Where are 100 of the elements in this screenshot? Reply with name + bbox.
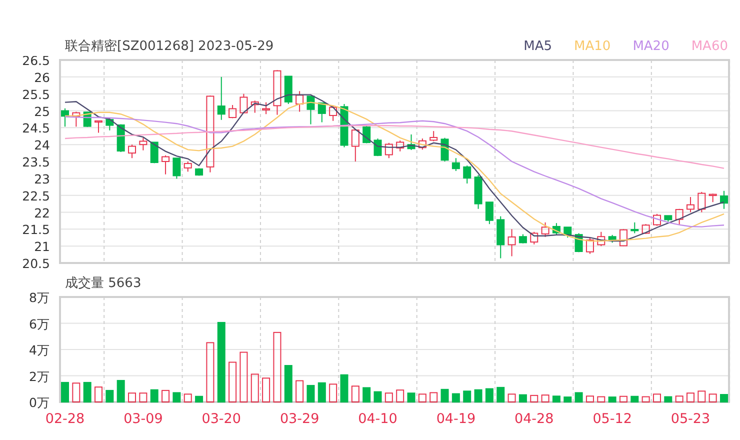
axis-label: 23: [34, 171, 50, 186]
candlestick: [686, 196, 694, 213]
volume-bar: [72, 382, 80, 402]
volume-bar: [630, 396, 639, 402]
candlestick: [262, 102, 270, 115]
volume-bar: [384, 392, 393, 402]
volume-bar: [273, 332, 282, 402]
volume-bar: [597, 396, 606, 402]
axis-label: 24.5: [22, 120, 50, 136]
candlestick: [374, 138, 382, 157]
candlestick: [698, 191, 706, 213]
candlestick: [329, 106, 338, 122]
candlestick: [608, 234, 616, 244]
legend-item: MA10: [574, 38, 611, 54]
volume-bar: [374, 391, 382, 402]
candlestick: [273, 70, 282, 116]
legend-item: MA5: [524, 38, 552, 54]
candlestick: [128, 144, 136, 159]
volume-bar: [318, 382, 326, 402]
legend-item: MA60: [691, 38, 728, 54]
candlestick: [217, 76, 226, 120]
candlestick: [619, 228, 628, 247]
axis-label: 25.5: [22, 86, 50, 102]
volume-bar: [83, 382, 92, 402]
date-label: 04-19: [436, 411, 476, 427]
volume-bar: [116, 380, 125, 402]
volume-bar: [642, 396, 650, 402]
candlestick: [340, 103, 348, 148]
candlestick: [552, 222, 560, 236]
volume-bar: [440, 388, 449, 402]
volume-bar: [61, 382, 69, 402]
volume-bar: [250, 374, 259, 402]
volume-bar: [228, 362, 237, 402]
volume-bar: [518, 394, 527, 402]
candlestick: [564, 226, 572, 238]
volume-bar: [708, 394, 717, 402]
volume-bar: [94, 386, 102, 402]
axis-label: 0万: [29, 395, 50, 410]
candlestick: [362, 125, 371, 144]
candlestick: [440, 137, 449, 162]
date-label: 03-29: [280, 411, 320, 427]
candlestick: [407, 134, 416, 150]
candlestick: [675, 208, 684, 225]
candlestick: [61, 108, 69, 128]
volume-bar: [619, 396, 628, 402]
candlestick: [518, 234, 527, 244]
axis-label: 4万: [29, 342, 50, 358]
axis-label: 20.5: [22, 256, 50, 270]
candlestick: [630, 222, 639, 234]
candlestick: [139, 137, 148, 151]
volume-bar: [329, 384, 338, 402]
candlestick: [351, 128, 360, 162]
volume-bar: [184, 394, 192, 402]
volume-bar: [530, 394, 538, 402]
volume-bar: [262, 378, 270, 402]
volume-bar: [720, 394, 728, 402]
candlestick: [530, 231, 538, 245]
volume-bar: [340, 374, 348, 402]
candlestick: [150, 142, 158, 164]
candlestick: [418, 138, 426, 150]
volume-bar: [574, 392, 583, 402]
candlestick: [72, 111, 80, 128]
volume-bar: [541, 394, 550, 402]
candlestick: [384, 142, 393, 159]
axis-label: 22.5: [22, 188, 50, 204]
date-label: 05-23: [670, 411, 710, 427]
volume-bar: [139, 392, 148, 402]
axis-label: 25: [34, 104, 50, 119]
candlestick: [184, 161, 192, 172]
candlestick: [94, 120, 102, 134]
candlestick: [474, 174, 482, 210]
volume-bar: [351, 386, 360, 402]
axis-label: 23.5: [22, 154, 50, 170]
candlestick: [106, 118, 114, 131]
volume-bar: [362, 387, 371, 402]
volume-bar: [128, 392, 136, 402]
volume-bar: [150, 389, 158, 402]
candlestick: [642, 224, 650, 234]
date-label: 02-28: [45, 411, 85, 427]
candlestick: [116, 124, 125, 153]
candlestick: [485, 202, 494, 225]
volume-bar: [430, 392, 438, 402]
date-label: 04-10: [358, 411, 398, 427]
volume-title: 成交量 5663: [65, 275, 142, 292]
axis-label: 2万: [29, 368, 50, 384]
candlestick: [708, 193, 717, 203]
volume-bar: [485, 388, 494, 402]
axis-label: 8万: [29, 292, 50, 305]
axis-label: 26: [34, 70, 50, 85]
volume-bar: [652, 394, 661, 402]
volume-bar: [396, 390, 404, 402]
date-label: 05-12: [592, 411, 632, 427]
volume-bar: [195, 396, 204, 402]
volume-bar: [284, 365, 292, 402]
volume-bar: [675, 396, 684, 402]
candlestick: [172, 158, 181, 180]
candlestick: [541, 222, 550, 238]
volume-bar: [564, 396, 572, 402]
candlestick: [597, 231, 606, 247]
volume-bar: [686, 392, 694, 402]
